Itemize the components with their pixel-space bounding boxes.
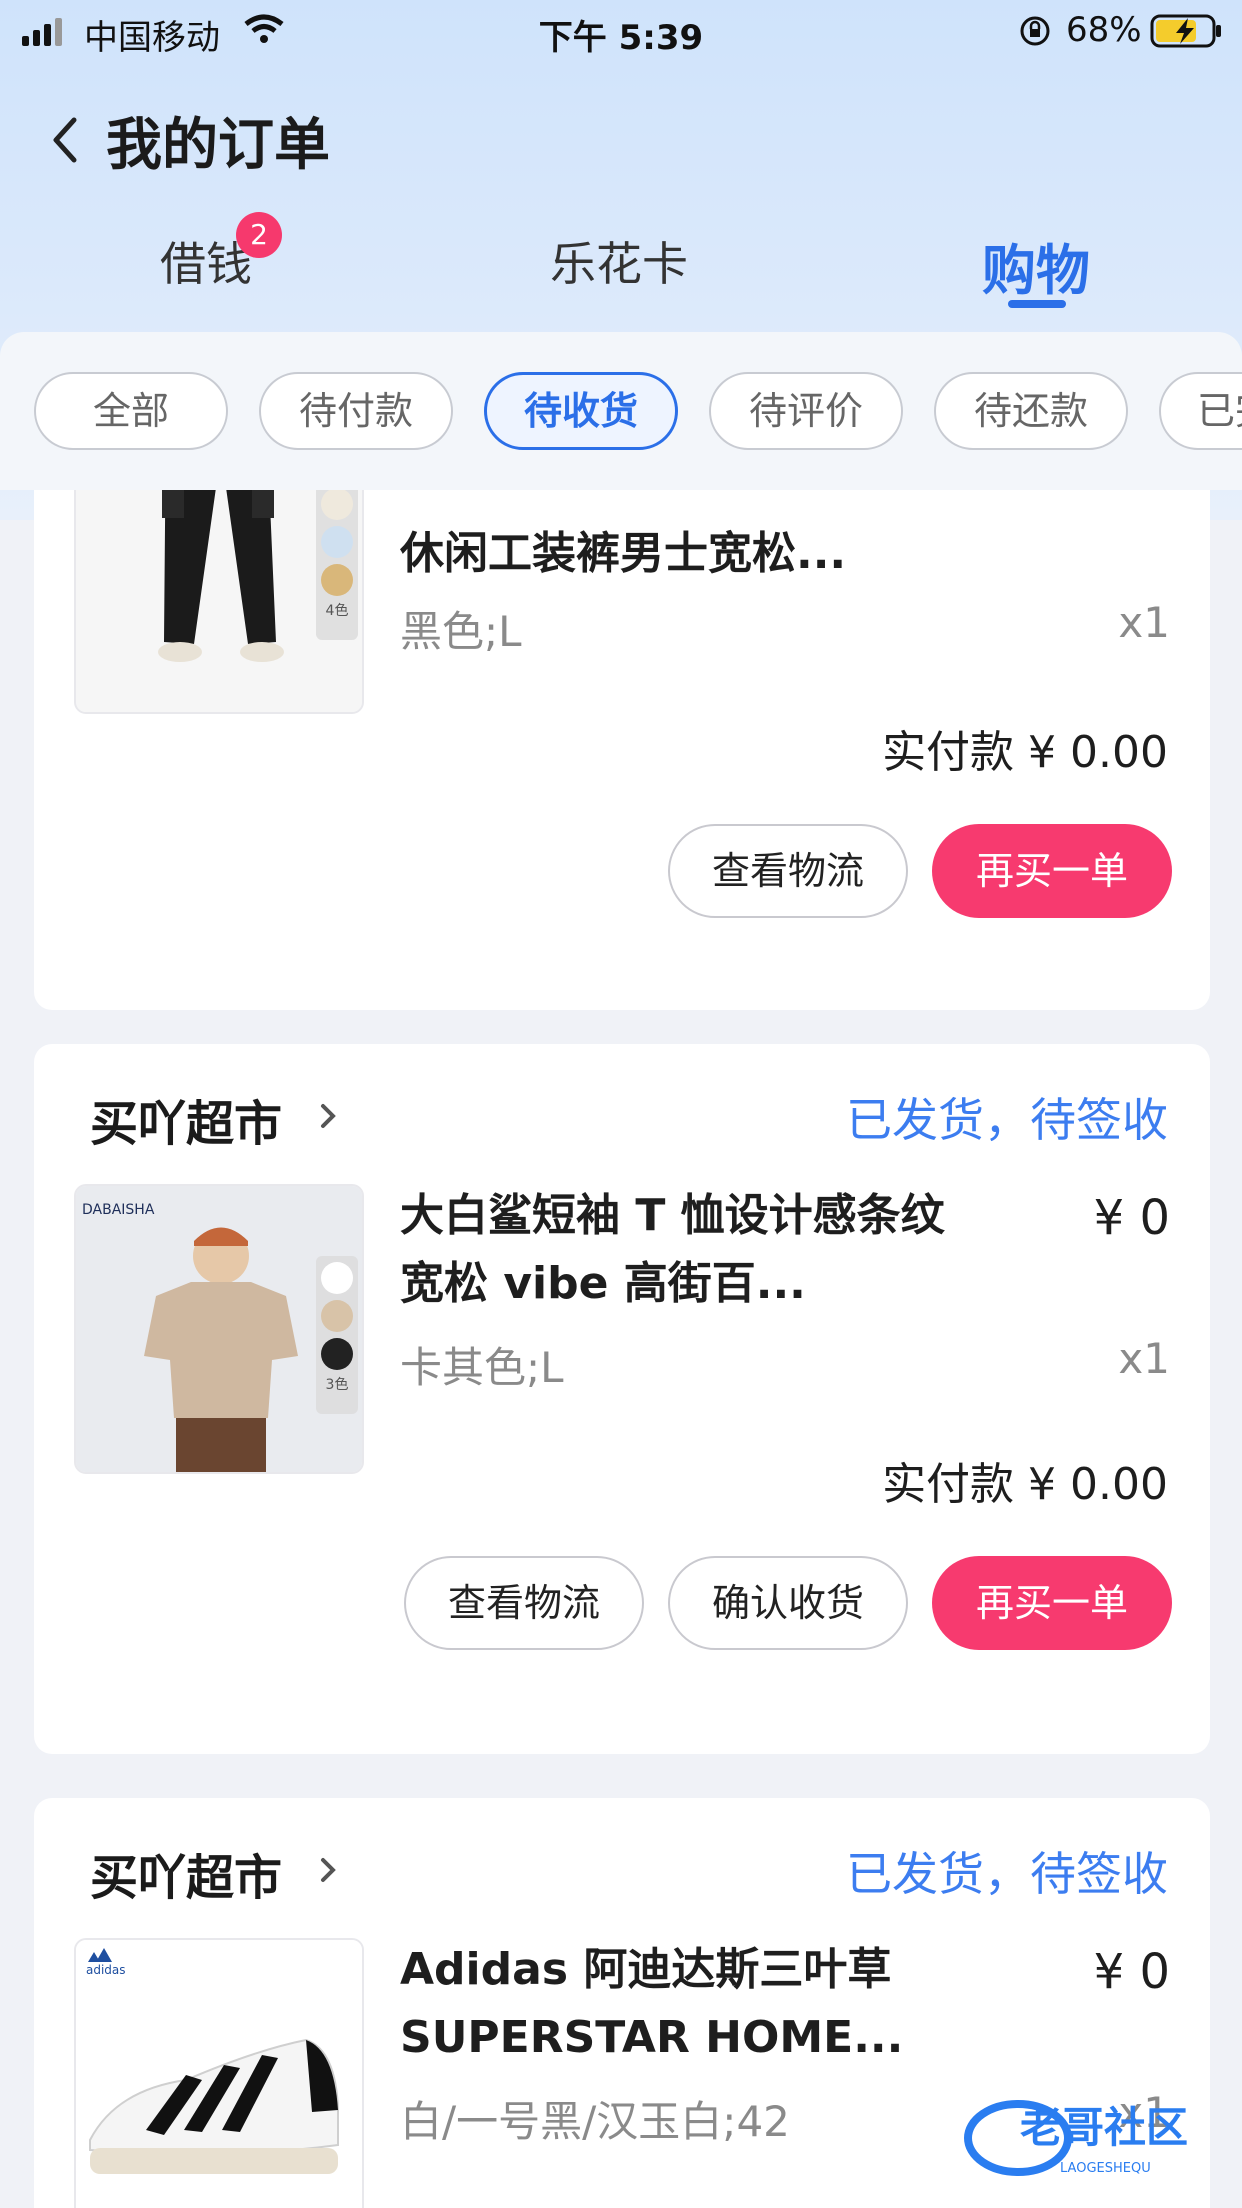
battery-percent: 68%	[1066, 10, 1142, 50]
filter-completed[interactable]: 已完成	[1159, 372, 1242, 450]
sneaker-image: adidas	[76, 1940, 362, 2208]
product-quantity: x1	[1118, 1334, 1170, 1383]
chevron-right-icon[interactable]	[318, 1100, 338, 1132]
filter-pending-payment[interactable]: 待付款	[259, 372, 453, 450]
shop-name[interactable]: 买吖超市	[90, 1838, 282, 1908]
rotation-lock-icon	[1020, 16, 1050, 46]
variant-swatches: 4色	[316, 490, 358, 640]
tab-gouwu[interactable]: 购物	[982, 226, 1090, 305]
battery-charging-icon	[1150, 14, 1221, 48]
order-status: 已发货，待签收	[846, 1093, 1168, 1147]
view-logistics-button[interactable]: 查看物流	[668, 824, 908, 918]
svg-text:DABAISHA: DABAISHA	[82, 1202, 155, 1218]
product-image[interactable]: DABAISHA 3色	[74, 1184, 364, 1474]
product-image[interactable]: adidas	[74, 1938, 364, 2208]
order-filter-bar: 全部 待付款 待收货 待评价 待还款 已完成	[0, 332, 1242, 490]
shop-name[interactable]: 买吖超市	[90, 1084, 282, 1154]
product-spec: 卡其色;L	[400, 1343, 564, 1392]
filter-all[interactable]: 全部	[34, 372, 228, 450]
buy-again-button[interactable]: 再买一单	[932, 824, 1172, 918]
variant-swatches: 3色	[316, 1256, 358, 1414]
watermark-logo: 老哥社区 LAOGESHEQU	[964, 2100, 1188, 2176]
product-spec: 白/一号黑/汉玉白;42	[400, 2097, 790, 2146]
paid-amount: 实付款 ¥ 0.00	[882, 727, 1168, 778]
status-time: 下午 5:39	[538, 18, 704, 58]
paid-amount: 实付款 ¥ 0.00	[882, 1459, 1168, 1510]
page-title: 我的订单	[106, 113, 330, 178]
filter-pending-receipt[interactable]: 待收货	[484, 372, 678, 450]
active-tab-indicator	[1008, 300, 1066, 308]
svg-text:adidas: adidas	[86, 1963, 126, 1977]
product-image[interactable]: 4色	[74, 490, 364, 714]
order-list[interactable]: 4色 休闲工装裤男士宽松... 黑色;L x1 实付款 ¥ 0.00 查看物流 …	[0, 490, 1242, 2208]
svg-text:LAOGESHEQU: LAOGESHEQU	[1060, 2161, 1151, 2176]
product-spec: 黑色;L	[400, 607, 522, 656]
tab-badge: 2	[236, 212, 282, 258]
confirm-receipt-button[interactable]: 确认收货	[668, 1556, 908, 1650]
product-title[interactable]: Adidas 阿迪达斯三叶草 SUPERSTAR HOME...	[400, 1936, 960, 2072]
back-arrow-icon[interactable]	[46, 112, 86, 168]
buy-again-button[interactable]: 再买一单	[932, 1556, 1172, 1650]
svg-text:老哥社区: 老哥社区	[1020, 2103, 1188, 2152]
product-quantity: x1	[1118, 598, 1170, 647]
product-price: ¥ 0	[1093, 1944, 1170, 2000]
status-bar: 中国移动 下午 5:39 68%	[0, 0, 1242, 64]
chevron-right-icon[interactable]	[318, 1854, 338, 1886]
order-card: 4色 休闲工装裤男士宽松... 黑色;L x1 实付款 ¥ 0.00 查看物流 …	[34, 490, 1210, 1010]
filter-pending-review[interactable]: 待评价	[709, 372, 903, 450]
order-status: 已发货，待签收	[846, 1847, 1168, 1901]
product-price: ¥ 0	[1093, 1190, 1170, 1246]
tab-lehuaka[interactable]: 乐花卡	[550, 228, 688, 294]
product-title[interactable]: 大白鲨短袖 T 恤设计感条纹宽松 vibe 高街百...	[400, 1182, 960, 1318]
order-card: 买吖超市 已发货，待签收 DABAISHA 3色 大白鲨短袖 T 恤设计感条纹宽…	[34, 1044, 1210, 1754]
view-logistics-button[interactable]: 查看物流	[404, 1556, 644, 1650]
filter-pending-repayment[interactable]: 待还款	[934, 372, 1128, 450]
product-title[interactable]: 休闲工装裤男士宽松...	[400, 520, 960, 588]
